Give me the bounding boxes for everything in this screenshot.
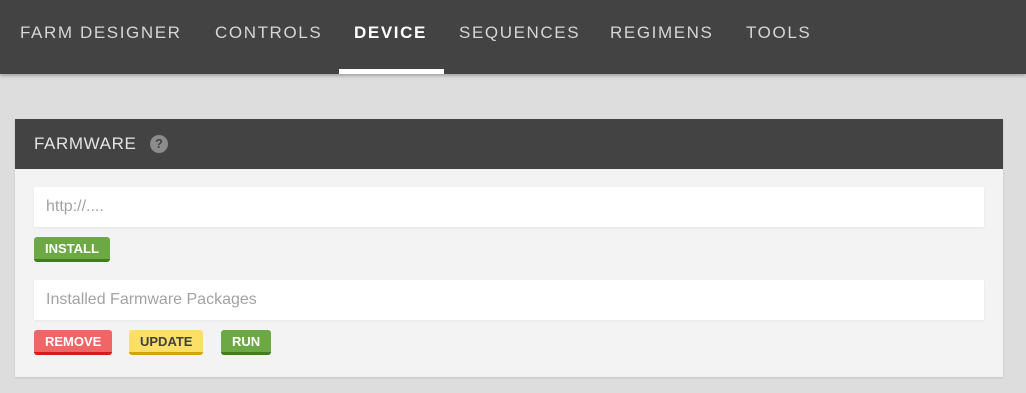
farmware-url-input[interactable]	[34, 187, 984, 227]
active-nav-indicator	[339, 69, 444, 74]
nav-regimens[interactable]: REGIMENS	[610, 0, 713, 74]
farmware-panel-title: FARMWARE	[34, 134, 137, 153]
farmware-panel-header: FARMWARE ?	[15, 119, 1003, 169]
nav-sequences[interactable]: SEQUENCES	[459, 0, 580, 74]
nav-device[interactable]: DEVICE	[354, 0, 427, 74]
nav-tools[interactable]: TOOLS	[746, 0, 811, 74]
farmware-panel: FARMWARE ? INSTALL Installed Farmware Pa…	[15, 119, 1003, 377]
nav-controls[interactable]: CONTROLS	[215, 0, 322, 74]
installed-farmware-packages-select[interactable]: Installed Farmware Packages	[34, 280, 984, 320]
nav-farm-designer[interactable]: FARM DESIGNER	[20, 0, 182, 74]
run-button[interactable]: RUN	[221, 330, 272, 355]
question-circle-icon[interactable]: ?	[150, 135, 168, 153]
install-button[interactable]: INSTALL	[34, 237, 110, 262]
update-button[interactable]: UPDATE	[129, 330, 204, 355]
remove-button[interactable]: REMOVE	[34, 330, 113, 355]
top-navigation-bar: FARM DESIGNER CONTROLS DEVICE SEQUENCES …	[0, 0, 1026, 74]
